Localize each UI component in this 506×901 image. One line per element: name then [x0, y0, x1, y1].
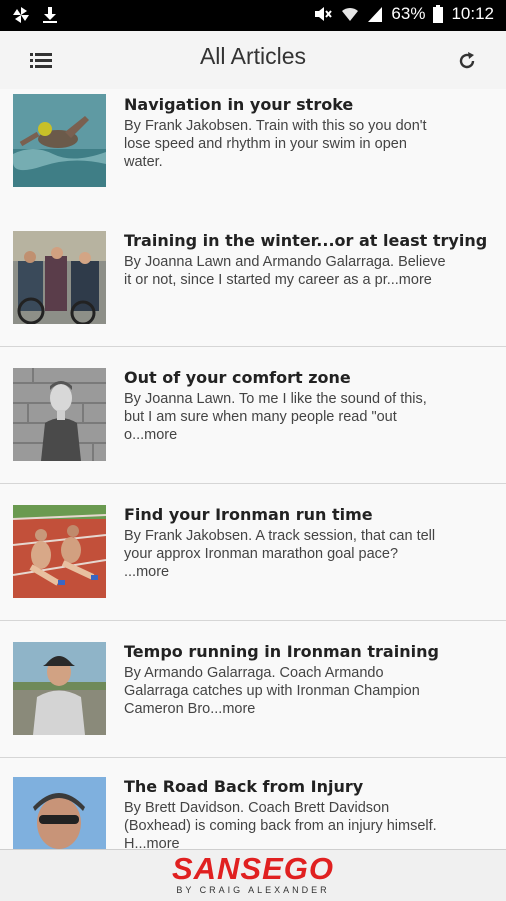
app-bar: All Articles — [0, 31, 506, 90]
article-thumbnail — [13, 94, 106, 187]
article-summary: By Armando Galarraga. Coach Armando Gala… — [124, 665, 420, 717]
article-thumbnail — [13, 777, 106, 849]
article-summary: By Frank Jakobsen. Train with this so yo… — [124, 118, 427, 170]
article-item[interactable]: Out of your comfort zone By Joanna Lawn.… — [0, 347, 506, 484]
article-item[interactable]: Tempo running in Ironman training By Arm… — [0, 621, 506, 758]
article-title[interactable]: Tempo running in Ironman training — [124, 642, 494, 661]
article-thumbnail — [13, 642, 106, 735]
status-bar: 63% 10:12 — [0, 0, 506, 31]
battery-icon — [433, 5, 444, 23]
article-summary: By Brett Davidson. Coach Brett Davidson … — [124, 800, 437, 849]
article-item[interactable]: The Road Back from Injury By Brett David… — [0, 758, 506, 849]
signal-icon — [367, 5, 383, 23]
article-title[interactable]: Out of your comfort zone — [124, 368, 494, 387]
wifi-icon — [341, 5, 359, 23]
battery-level: 63% — [391, 4, 426, 23]
pinwheel-icon — [12, 6, 30, 24]
article-title[interactable]: Navigation in your stroke — [124, 95, 494, 114]
mute-icon — [313, 5, 333, 23]
article-thumbnail — [13, 231, 106, 326]
clock: 10:12 — [451, 4, 494, 23]
article-thumbnail — [13, 368, 106, 461]
article-item[interactable]: Navigation in your stroke By Frank Jakob… — [0, 89, 506, 226]
article-summary: By Joanna Lawn. To me I like the sound o… — [124, 391, 427, 443]
article-item[interactable]: Training in the winter...or at least try… — [0, 210, 506, 347]
download-icon — [42, 6, 58, 24]
refresh-icon[interactable] — [456, 50, 478, 72]
article-summary: By Joanna Lawn and Armando Galarraga. Be… — [124, 254, 446, 288]
article-list[interactable]: Navigation in your stroke By Frank Jakob… — [0, 89, 506, 849]
article-summary: By Frank Jakobsen. A track session, that… — [124, 528, 436, 580]
article-item[interactable]: Find your Ironman run time By Frank Jako… — [0, 484, 506, 621]
brand-logo: SANSEGO — [171, 851, 335, 886]
article-title[interactable]: The Road Back from Injury — [124, 777, 494, 796]
article-title[interactable]: Find your Ironman run time — [124, 505, 494, 524]
article-title[interactable]: Training in the winter...or at least try… — [124, 231, 494, 250]
brand-tagline: BY CRAIG ALEXANDER — [176, 885, 330, 895]
footer-brand: SANSEGO BY CRAIG ALEXANDER — [0, 849, 506, 901]
article-thumbnail — [12, 505, 107, 598]
page-title: All Articles — [199, 43, 307, 69]
